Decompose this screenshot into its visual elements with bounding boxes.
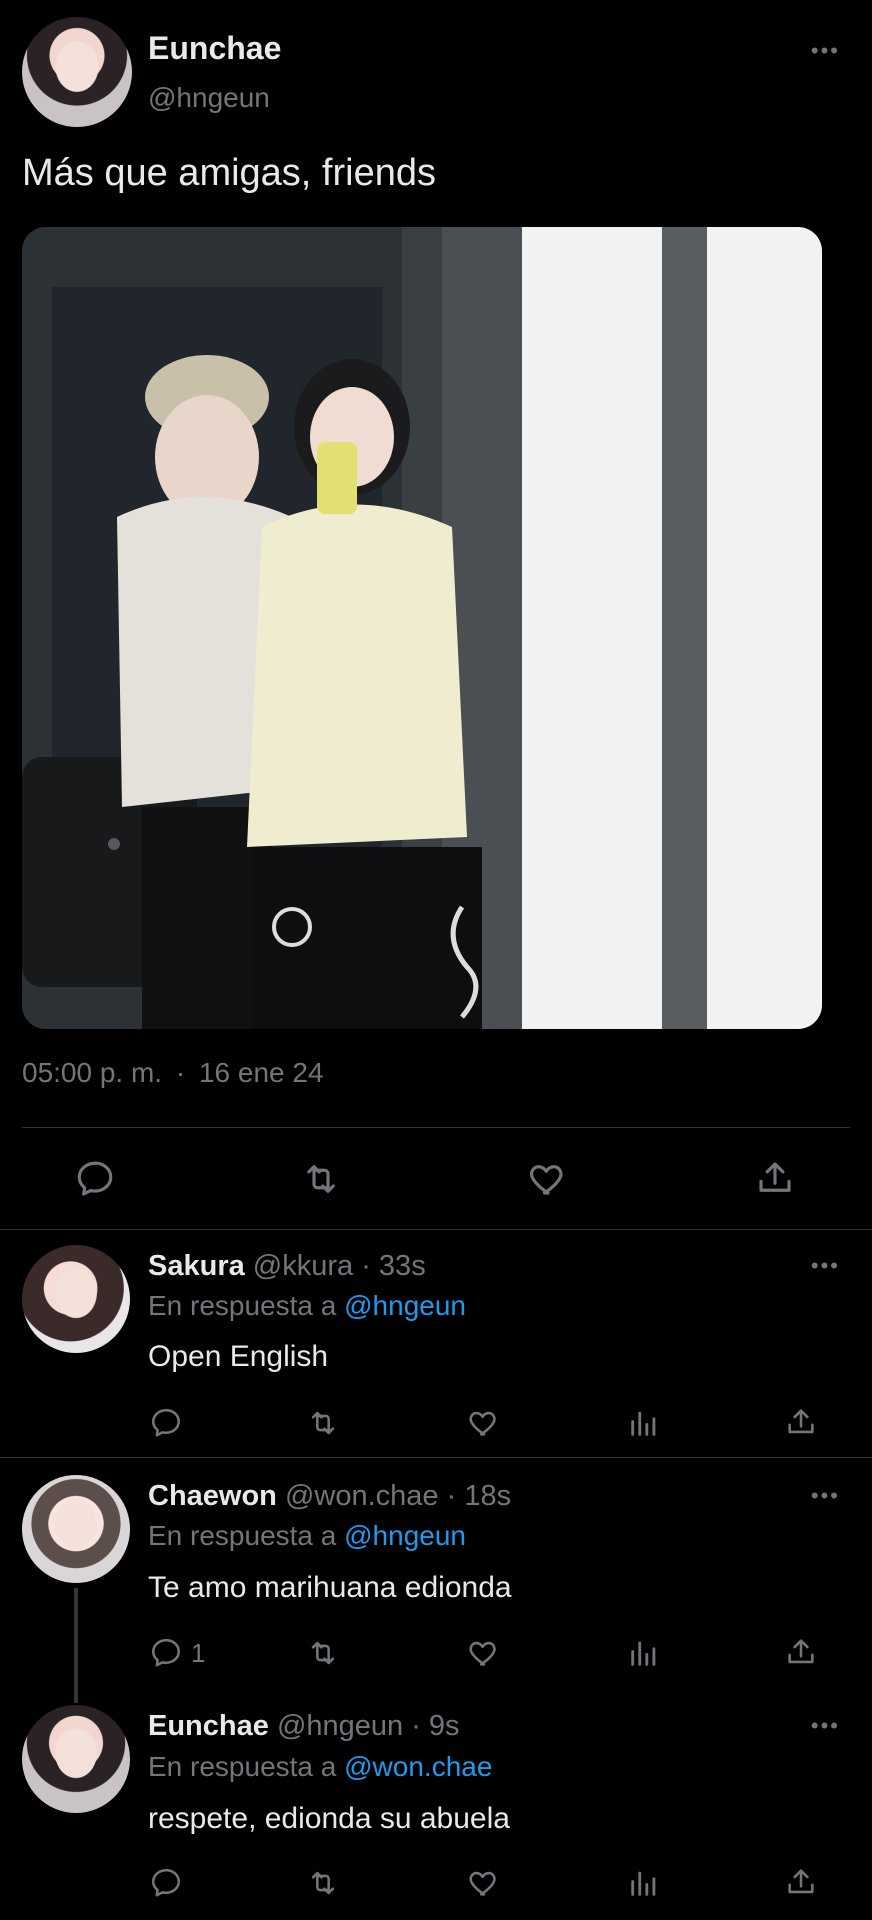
reply-count: 1 xyxy=(191,1638,206,1668)
divider xyxy=(22,1127,850,1128)
reply-avatar[interactable] xyxy=(22,1475,130,1583)
retweet-icon[interactable] xyxy=(305,1406,341,1440)
reply-author-handle[interactable]: @hngeun xyxy=(277,1710,403,1742)
replying-to: En respuesta a @hngeun xyxy=(148,1520,466,1552)
replying-to-label: En respuesta a xyxy=(148,1520,337,1551)
replying-to-label: En respuesta a xyxy=(148,1751,337,1782)
views-icon[interactable] xyxy=(627,1636,661,1670)
divider xyxy=(0,1229,872,1230)
replying-to-handle[interactable]: @hngeun xyxy=(344,1290,466,1321)
mirror-selfie-image xyxy=(22,227,822,1029)
retweet-icon[interactable] xyxy=(299,1158,343,1200)
tweet-time: 05:00 p. m. xyxy=(22,1057,163,1088)
more-icon[interactable]: ••• xyxy=(811,38,840,64)
like-icon[interactable] xyxy=(467,1636,501,1670)
reply-icon[interactable] xyxy=(149,1636,183,1670)
reply-time[interactable]: · 9s xyxy=(411,1710,459,1742)
reply-text: Open English xyxy=(148,1340,329,1373)
author-name[interactable]: Eunchae xyxy=(148,30,281,67)
share-icon[interactable] xyxy=(754,1156,796,1200)
reply-icon[interactable] xyxy=(149,1866,183,1900)
author-handle[interactable]: @hngeun xyxy=(148,82,270,114)
reply-header: Sakura @kkura · 33s xyxy=(148,1250,426,1283)
retweet-icon[interactable] xyxy=(305,1636,341,1670)
reply-icon[interactable] xyxy=(149,1406,183,1440)
reply-time[interactable]: · 33s xyxy=(361,1250,425,1282)
like-icon[interactable] xyxy=(467,1866,501,1900)
reply-header: Eunchae @hngeun · 9s xyxy=(148,1710,460,1743)
retweet-icon[interactable] xyxy=(305,1866,341,1900)
share-icon[interactable] xyxy=(784,1864,818,1900)
share-icon[interactable] xyxy=(784,1404,818,1440)
divider xyxy=(0,1457,872,1458)
like-icon[interactable] xyxy=(467,1406,501,1440)
reply-header: Chaewon @won.chae · 18s xyxy=(148,1480,511,1513)
replying-to-label: En respuesta a xyxy=(148,1290,337,1321)
more-icon[interactable]: ••• xyxy=(811,1713,840,1739)
replying-to-handle[interactable]: @won.chae xyxy=(344,1751,492,1782)
reply-author-name[interactable]: Chaewon xyxy=(148,1480,277,1512)
replying-to-handle[interactable]: @hngeun xyxy=(344,1520,466,1551)
like-icon[interactable] xyxy=(527,1158,569,1200)
reply-author-handle[interactable]: @kkura xyxy=(253,1250,353,1282)
reply-author-handle[interactable]: @won.chae xyxy=(285,1480,439,1512)
tweet-date: 16 ene 24 xyxy=(198,1057,324,1088)
thread-line xyxy=(74,1588,78,1703)
reply-icon[interactable] xyxy=(74,1158,116,1200)
reply-avatar[interactable] xyxy=(22,1705,130,1813)
reply-avatar[interactable] xyxy=(22,1245,130,1353)
reply-author-name[interactable]: Eunchae xyxy=(148,1710,269,1742)
reply-text: Te amo marihuana edionda xyxy=(148,1571,512,1604)
reply-text: respete, edionda su abuela xyxy=(148,1802,510,1835)
replying-to: En respuesta a @hngeun xyxy=(148,1290,466,1322)
share-icon[interactable] xyxy=(784,1634,818,1670)
reply-author-name[interactable]: Sakura xyxy=(148,1250,245,1282)
reply-time[interactable]: · 18s xyxy=(447,1480,511,1512)
tweet-photo[interactable] xyxy=(22,227,822,1029)
views-icon[interactable] xyxy=(627,1866,661,1900)
tweet-timestamp[interactable]: 05:00 p. m. · 16 ene 24 xyxy=(22,1057,324,1089)
timestamp-separator: · xyxy=(175,1057,186,1088)
more-icon[interactable]: ••• xyxy=(811,1483,840,1509)
author-avatar[interactable] xyxy=(22,17,132,127)
views-icon[interactable] xyxy=(627,1406,661,1440)
replying-to: En respuesta a @won.chae xyxy=(148,1751,492,1783)
more-icon[interactable]: ••• xyxy=(811,1253,840,1279)
tweet-text: Más que amigas, friends xyxy=(22,152,436,194)
